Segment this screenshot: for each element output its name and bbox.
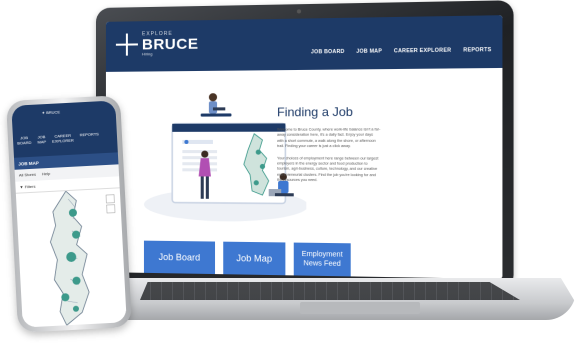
cta-buttons: Job Board Job Map Employment News Feed bbox=[143, 240, 351, 277]
job-map-button[interactable]: Job Map bbox=[223, 241, 286, 276]
phone-nav-job-map[interactable]: JOB MAP bbox=[37, 134, 46, 144]
laptop: EXPLORE BRUCE Hiring JOB BOARD JOB MAP C… bbox=[96, 0, 514, 290]
hero-section: Finding a Job Welcome to Bruce County, w… bbox=[106, 68, 503, 279]
page-title: Finding a Job bbox=[277, 104, 353, 120]
nav-reports[interactable]: REPORTS bbox=[463, 47, 491, 54]
nav-job-map[interactable]: JOB MAP bbox=[356, 48, 382, 55]
hero-copy: Finding a Job Welcome to Bruce County, w… bbox=[277, 104, 381, 190]
phone-nav-career-explorer[interactable]: CAREER EXPLORER bbox=[52, 133, 74, 144]
help-button[interactable]: Help bbox=[42, 171, 51, 177]
job-board-button[interactable]: Job Board bbox=[143, 240, 216, 275]
nav-career-explorer[interactable]: CAREER EXPLORER bbox=[394, 47, 451, 54]
phone-nav-job-board[interactable]: JOB BOARD bbox=[17, 135, 31, 146]
compass-icon bbox=[116, 33, 138, 55]
all-stores-toggle[interactable]: All Stores bbox=[19, 172, 36, 179]
employment-news-feed-button[interactable]: Employment News Feed bbox=[293, 242, 351, 277]
keyboard bbox=[140, 282, 520, 300]
filters-label: Filters bbox=[24, 183, 36, 190]
phone-nav: JOB BOARD JOB MAP CAREER EXPLORER REPORT… bbox=[17, 131, 99, 145]
logo-wordmark: BRUCE bbox=[141, 35, 199, 54]
main-nav: JOB BOARD JOB MAP CAREER EXPLORER REPORT… bbox=[311, 47, 491, 55]
intro-paragraph: Welcome to Bruce County, where work-life… bbox=[277, 127, 381, 149]
phone-logo[interactable]: ✦ BRUCE bbox=[42, 109, 61, 115]
laptop-screen: EXPLORE BRUCE Hiring JOB BOARD JOB MAP C… bbox=[105, 15, 503, 280]
webcam bbox=[296, 9, 302, 14]
phone-screen: ✦ BRUCE JOB BOARD JOB MAP CAREER EXPLORE… bbox=[11, 100, 127, 328]
job-map[interactable] bbox=[15, 188, 127, 328]
logo-subtext: Hiring bbox=[141, 51, 153, 57]
logo-tagline: EXPLORE bbox=[141, 30, 173, 38]
phone-logo-text: BRUCE bbox=[45, 109, 61, 116]
phone-nav-reports[interactable]: REPORTS bbox=[79, 131, 99, 142]
phone-header: ✦ BRUCE JOB BOARD JOB MAP CAREER EXPLORE… bbox=[11, 100, 118, 158]
site-header: EXPLORE BRUCE Hiring JOB BOARD JOB MAP C… bbox=[105, 15, 503, 72]
trackpad bbox=[300, 302, 420, 314]
choices-paragraph: Your choices of employment here range be… bbox=[277, 155, 379, 183]
phone: ✦ BRUCE JOB BOARD JOB MAP CAREER EXPLORE… bbox=[6, 95, 132, 333]
explore-bruce-logo[interactable]: EXPLORE BRUCE Hiring bbox=[116, 30, 199, 57]
nav-job-board[interactable]: JOB BOARD bbox=[311, 49, 345, 56]
